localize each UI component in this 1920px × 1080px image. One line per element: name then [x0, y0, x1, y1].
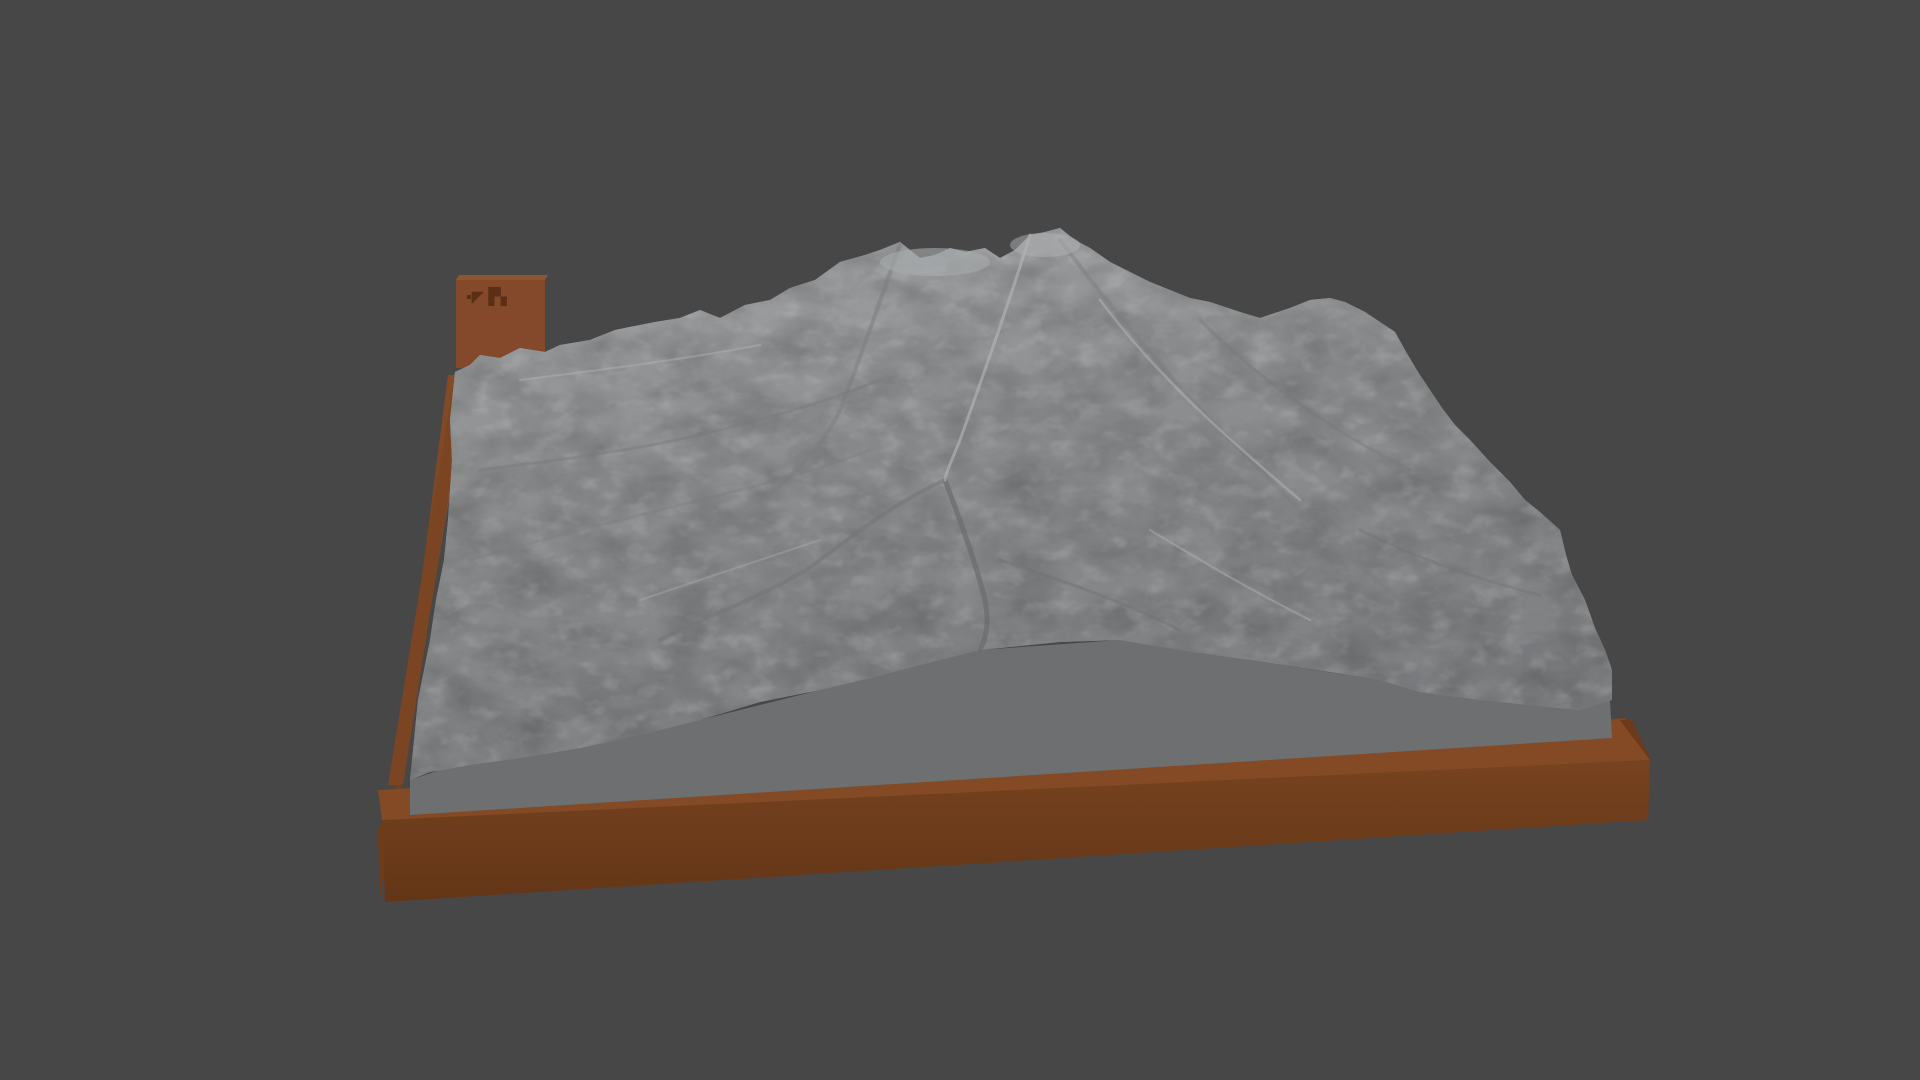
label-block-glyphs: ▪◤ ▛▖ — [466, 287, 513, 306]
viewport-canvas: ▪◤ ▛▖ — [378, 228, 1650, 902]
3d-viewport[interactable]: ▪◤ ▛▖ — [0, 0, 1920, 1080]
